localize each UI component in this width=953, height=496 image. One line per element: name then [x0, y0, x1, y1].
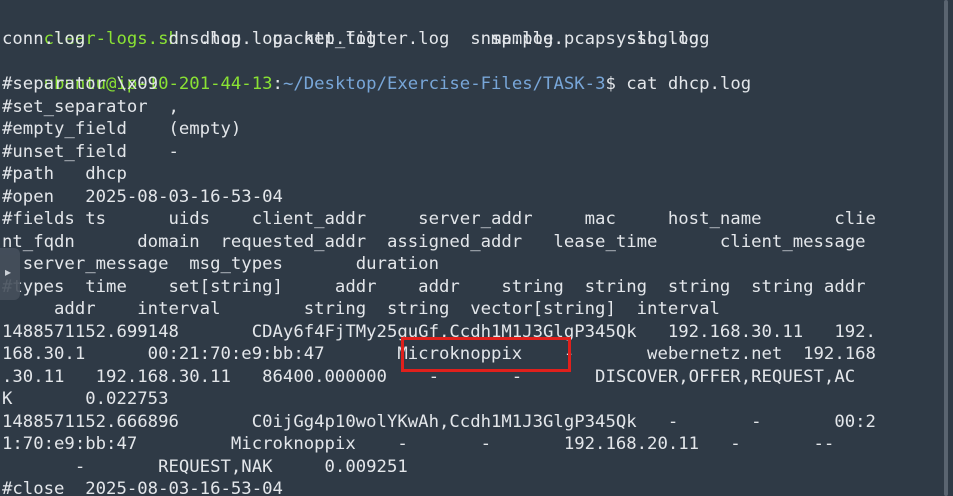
- output-line: K 0.022753: [2, 389, 169, 409]
- output-line: nt_fqdn domain requested_addr assigned_a…: [2, 232, 866, 252]
- output-line: #types time set[string] addr addr string…: [2, 277, 866, 297]
- terminal-window[interactable]: clear-logs.sh dhcp.log ntp.log sample.pc…: [0, 0, 953, 496]
- expand-arrow-icon: ▸: [5, 265, 12, 279]
- output-line: #separator \x09: [2, 74, 159, 94]
- output-line: #empty_field (empty): [2, 119, 242, 139]
- prompt-path: ~/Desktop/Exercise-Files/TASK-3: [282, 74, 606, 94]
- output-line: 1488571152.666896 C0ijGg4p10wolYKwAh,Ccd…: [2, 412, 876, 432]
- output-line: #set_separator ,: [2, 97, 179, 117]
- output-line: - REQUEST,NAK 0.009251: [2, 457, 408, 477]
- side-panel-handle[interactable]: ▸: [0, 248, 20, 300]
- red-highlight-box: [401, 337, 571, 372]
- output-line: #close 2025-08-03-16-53-04: [2, 479, 283, 496]
- ls-output-row-1: clear-logs.sh dhcp.log ntp.log sample.pc…: [2, 6, 699, 49]
- output-line: #unset_field -: [2, 142, 179, 162]
- output-line: #open 2025-08-03-16-53-04: [2, 187, 283, 207]
- output-line: #fields ts uids client_addr server_addr …: [2, 209, 876, 229]
- output-line: server_message msg_types duration: [2, 254, 439, 274]
- output-line: addr interval string string vector[strin…: [2, 299, 720, 319]
- prompt-command: cat dhcp.log: [615, 74, 752, 94]
- shell-prompt: ubuntu@ip-10-201-44-13:~/Desktop/Exercis…: [2, 51, 752, 94]
- prompt-colon: :: [272, 74, 283, 94]
- scrollbar-thumb[interactable]: [944, 0, 948, 496]
- output-line: 1:70:e9:bb:47 Microknoppix - - 192.168.2…: [2, 434, 835, 454]
- ls-output-row-2: conn.log dns.log packet_filter.log snmp.…: [2, 29, 710, 49]
- prompt-symbol: $: [605, 74, 616, 94]
- vertical-scrollbar[interactable]: [939, 0, 953, 496]
- output-line: #path dhcp: [2, 164, 127, 184]
